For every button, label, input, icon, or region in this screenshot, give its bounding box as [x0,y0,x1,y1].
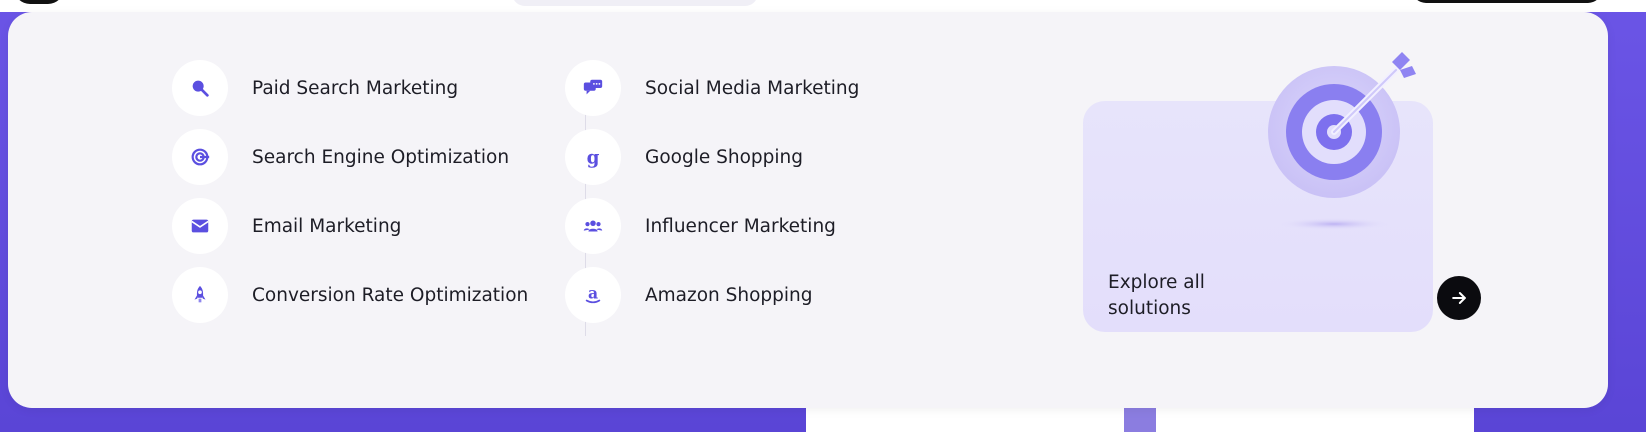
menu-item-email[interactable]: Email Marketing [172,198,528,254]
arrow-right-icon [1452,292,1466,304]
svg-text:a: a [588,284,598,303]
header-cta-button[interactable] [1412,0,1602,3]
menu-item-influencer[interactable]: Influencer Marketing [565,198,859,254]
amazon-icon: a [565,267,621,323]
menu-item-label: Conversion Rate Optimization [252,284,529,306]
explore-all-label[interactable]: Explore all solutions [1108,270,1268,322]
search-icon [172,60,228,116]
menu-item-paid-search[interactable]: Paid Search Marketing [172,60,528,116]
envelope-icon [172,198,228,254]
nav-pill[interactable] [512,0,758,6]
menu-item-label: Social Media Marketing [645,77,860,99]
target-dart-icon [1254,52,1429,232]
explore-arrow-button[interactable] [1437,276,1481,320]
menu-item-label: Google Shopping [645,146,803,168]
menu-item-label: Amazon Shopping [645,284,813,306]
svg-text:g: g [587,147,600,168]
google-g-icon: g [565,129,621,185]
chat-bubbles-icon [565,60,621,116]
menu-item-cro[interactable]: Conversion Rate Optimization [172,267,528,323]
menu-item-social-media[interactable]: Social Media Marketing [565,60,859,116]
menu-item-google-shopping[interactable]: g Google Shopping [565,129,859,185]
rocket-icon [172,267,228,323]
menu-item-label: Email Marketing [252,215,402,237]
menu-column-right: Social Media Marketing g Google Shopping… [565,60,859,336]
people-group-icon [565,198,621,254]
site-header-strip [0,0,1646,12]
menu-item-label: Paid Search Marketing [252,77,459,99]
menu-item-amazon-shopping[interactable]: a Amazon Shopping [565,267,859,323]
menu-item-label: Influencer Marketing [645,215,836,237]
menu-column-left: Paid Search Marketing Search Engine Opti… [172,60,528,336]
menu-item-seo[interactable]: Search Engine Optimization [172,129,528,185]
target-seo-icon [172,129,228,185]
menu-item-label: Search Engine Optimization [252,146,510,168]
